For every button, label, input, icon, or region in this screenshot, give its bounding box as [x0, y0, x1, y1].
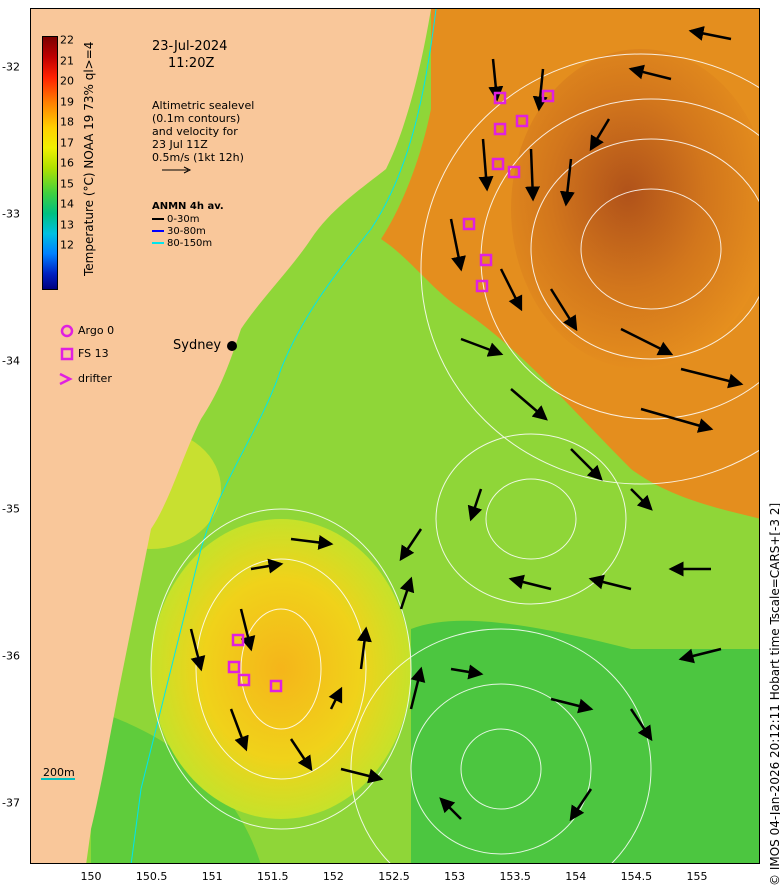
anmn-label: 0-30m — [167, 214, 200, 225]
altimetry-note: Altimetric sealevel (0.1m contours) and … — [152, 99, 255, 164]
legend-drifter: drifter — [78, 372, 112, 385]
colorbar-tick: 22 — [60, 33, 74, 47]
legend-fs: FS 13 — [78, 347, 109, 360]
lon-tick-label: 151.5 — [257, 870, 289, 883]
colorbar-title: Temperature (°C) NOAA 19 73% ql>=4 — [82, 41, 96, 276]
date-label: 23-Jul-2024 — [152, 39, 228, 54]
colorbar-tick: 15 — [60, 177, 74, 190]
copyright-text: © IMOS 04-Jan-2026 20:12:11 Hobart time … — [768, 502, 780, 886]
sydney-label: Sydney — [173, 338, 222, 353]
fs-icon — [60, 347, 74, 361]
colorbar-tick: 12 — [60, 238, 74, 252]
anmn-row: 80-150m — [152, 238, 212, 249]
lat-tick-label: -36 — [2, 649, 20, 663]
swatch — [152, 218, 164, 220]
drifter-icon — [59, 372, 73, 386]
colorbar-tick: 21 — [60, 54, 74, 67]
anmn-label: 30-80m — [167, 226, 206, 237]
lat-tick-label: -37 — [2, 796, 20, 810]
warm-core-eddy — [511, 49, 759, 369]
colorbar-tick: 17 — [60, 136, 74, 149]
anmn-title: ANMN 4h av. — [152, 201, 224, 212]
anmn-label: 80-150m — [167, 238, 213, 249]
temperature-colorbar — [42, 36, 58, 290]
colorbar-tick: 14 — [60, 197, 74, 211]
swatch — [152, 230, 164, 232]
lon-tick-label: 151 — [201, 870, 223, 883]
colorbar-tick: 19 — [60, 95, 74, 108]
lon-tick-label: 154 — [565, 870, 587, 883]
colorbar-tick: 16 — [60, 156, 74, 170]
lat-tick-label: -33 — [2, 207, 20, 221]
lon-tick-label: 153.5 — [499, 870, 531, 883]
lon-tick-label: 155 — [686, 870, 708, 883]
swatch — [152, 242, 164, 244]
lon-tick-label: 154.5 — [620, 870, 653, 883]
lat-tick-label: -35 — [2, 502, 20, 516]
isobath-label: 200m — [43, 766, 75, 779]
lon-tick-label: 152 — [322, 870, 344, 883]
lon-tick-label: 153 — [444, 870, 466, 883]
anmn-row: 0-30m — [152, 214, 199, 225]
lon-tick-label: 150 — [80, 870, 102, 883]
cool-water-patch — [411, 620, 759, 863]
lon-tick-label: 150.5 — [135, 870, 168, 883]
lat-tick-label: -34 — [2, 354, 20, 368]
time-label: 11:20Z — [168, 56, 215, 71]
lon-tick-label: 152.5 — [378, 870, 410, 883]
sst-map — [31, 9, 759, 863]
map-panel[interactable] — [30, 8, 760, 864]
colorbar-tick: 18 — [60, 115, 74, 129]
argo-icon — [60, 324, 74, 338]
colorbar-tick: 20 — [60, 74, 74, 88]
anmn-row: 30-80m — [152, 226, 206, 237]
legend-argo: Argo 0 — [78, 324, 115, 337]
lat-tick-label: -32 — [2, 60, 20, 74]
colorbar-tick: 13 — [60, 218, 74, 231]
reference-arrow — [162, 166, 192, 174]
sydney-marker — [227, 341, 237, 351]
